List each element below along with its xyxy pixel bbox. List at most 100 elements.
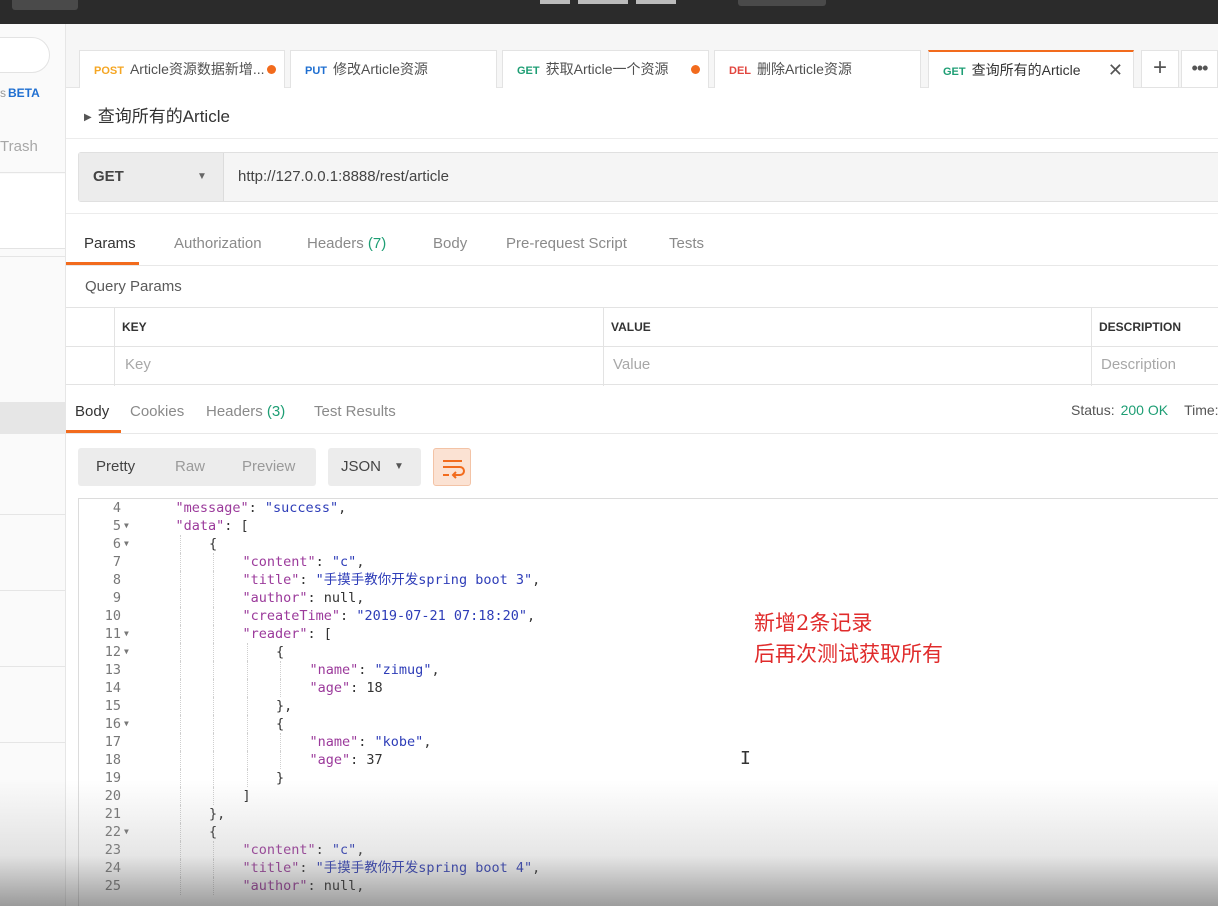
sidebar-selected-item[interactable]	[0, 402, 65, 434]
close-icon[interactable]: ✕	[1108, 52, 1123, 88]
indent-guide	[213, 877, 214, 895]
titlebar-title-blur	[540, 0, 690, 6]
indent-guide	[280, 733, 281, 751]
description-input[interactable]: Description	[1101, 356, 1176, 373]
request-tab-del-article[interactable]: DEL 删除Article资源	[714, 50, 921, 88]
tab-headers[interactable]: Headers (7)	[307, 232, 386, 265]
sidebar-beta-prefix: s	[0, 86, 6, 100]
tab-tests[interactable]: Tests	[669, 232, 704, 265]
tab-test-results[interactable]: Test Results	[314, 400, 396, 433]
sidebar-divider	[0, 742, 65, 743]
json-punctuation: ,	[532, 572, 541, 588]
method-select[interactable]: GET ▼	[79, 153, 224, 201]
wrap-lines-button[interactable]	[433, 448, 471, 486]
json-string: "success"	[264, 500, 339, 516]
request-tab-get-all-articles[interactable]: GET 查询所有的Article ✕	[928, 50, 1134, 88]
json-punctuation: :	[358, 734, 375, 750]
indent-guide	[179, 571, 181, 589]
fold-toggle-icon[interactable]: ▼	[124, 643, 129, 661]
json-punctuation: : null,	[307, 878, 365, 894]
indent-guide	[179, 877, 181, 895]
code-line: 12 ▼ {	[79, 643, 1218, 661]
fold-toggle-icon[interactable]: ▼	[124, 517, 129, 535]
fold-toggle-icon[interactable]: ▼	[124, 625, 129, 643]
code-line: 10 "createTime": "2019-07-21 07:18:20",	[79, 607, 1218, 625]
indent-guide	[246, 715, 248, 733]
preview-button[interactable]: Preview	[242, 448, 295, 486]
indent-guide	[246, 697, 248, 715]
sidebar-divider	[0, 172, 65, 173]
tab-response-headers[interactable]: Headers (3)	[206, 400, 285, 433]
json-key: "author"	[242, 878, 308, 894]
tab-authorization[interactable]: Authorization	[174, 232, 262, 265]
add-tab-button[interactable]: +	[1141, 50, 1179, 88]
main-panel: POST Article资源数据新增... PUT 修改Article资源 GET 获…	[66, 24, 1218, 906]
titlebar-control[interactable]	[738, 0, 826, 6]
indent-guide	[179, 661, 181, 679]
code-line: 16 ▼ {	[79, 715, 1218, 733]
tab-cookies[interactable]: Cookies	[130, 400, 184, 433]
pretty-button[interactable]: Pretty	[96, 448, 135, 486]
indent-guide	[213, 751, 214, 769]
json-key: "reader"	[242, 626, 308, 642]
indent-guide	[179, 805, 181, 823]
json-string: "c"	[331, 554, 357, 570]
json-string: "kobe"	[374, 734, 424, 750]
titlebar-button[interactable]	[12, 0, 78, 10]
code-line: 11 ▼ "reader": [	[79, 625, 1218, 643]
indent-guide	[179, 535, 181, 553]
indent-guide	[246, 679, 248, 697]
value-input[interactable]: Value	[613, 356, 650, 373]
url-input[interactable]: http://127.0.0.1:8888/rest/article	[238, 153, 449, 201]
line-number: 15	[104, 698, 121, 714]
code-line: 22 ▼ {	[79, 823, 1218, 841]
expand-triangle-icon[interactable]: ▶	[84, 112, 92, 123]
sidebar-trash[interactable]: Trash	[0, 138, 38, 155]
tab-label: 修改Article资源	[333, 61, 428, 77]
fold-toggle-icon[interactable]: ▼	[124, 715, 129, 733]
unsaved-indicator	[691, 65, 700, 74]
request-tab-post-article[interactable]: POST Article资源数据新增...	[79, 50, 285, 88]
code-text: },	[276, 697, 292, 715]
column-header-key: KEY	[122, 320, 147, 334]
json-key: "age"	[309, 680, 351, 696]
code-line: 25 "author": null,	[79, 877, 1218, 895]
more-tabs-button[interactable]: •••	[1181, 50, 1218, 88]
request-tab-put-article[interactable]: PUT 修改Article资源	[290, 50, 497, 88]
line-number: 8	[112, 572, 121, 588]
format-select[interactable]: JSON ▼	[328, 448, 421, 486]
code-text: "content": "c",	[243, 553, 365, 571]
response-body-editor[interactable]: 4 "message": "success", 5 ▼ "data": [6 ▼{7 "co…	[78, 498, 1218, 906]
tab-prerequest-script[interactable]: Pre-request Script	[506, 232, 627, 265]
method-badge: PUT	[305, 65, 327, 77]
line-number: 14	[104, 680, 121, 696]
json-punctuation: :	[358, 662, 375, 678]
line-number: 22	[104, 824, 121, 840]
json-punctuation: ,	[527, 608, 536, 624]
line-number: 6	[112, 536, 121, 552]
indent-guide	[179, 733, 181, 751]
json-key: "message"	[175, 500, 249, 516]
key-input[interactable]: Key	[125, 356, 151, 373]
chevron-down-icon: ▼	[394, 461, 404, 472]
fold-toggle-icon[interactable]: ▼	[124, 535, 129, 553]
json-punctuation: ,	[338, 500, 347, 516]
indent-guide	[179, 823, 181, 841]
tab-response-body[interactable]: Body	[66, 400, 121, 433]
wrap-lines-icon	[443, 460, 465, 479]
tab-params[interactable]: Params	[66, 232, 139, 265]
sidebar-beta-item[interactable]: s BETA	[0, 86, 40, 100]
code-line: 23 "content": "c",	[79, 841, 1218, 859]
indent-guide	[213, 841, 214, 859]
code-line: 9 "author": null,	[79, 589, 1218, 607]
json-key: "content"	[242, 842, 316, 858]
fold-toggle-icon[interactable]: ▼	[124, 823, 129, 841]
indent-guide	[280, 751, 281, 769]
sidebar-search-input[interactable]	[0, 37, 50, 73]
raw-button[interactable]: Raw	[175, 448, 205, 486]
json-punctuation: : null,	[307, 590, 365, 606]
request-tab-get-article[interactable]: GET 获取Article一个资源	[502, 50, 709, 88]
tab-body[interactable]: Body	[433, 232, 467, 265]
request-name[interactable]: ▶ 查询所有的Article	[84, 102, 230, 127]
line-number: 10	[104, 608, 121, 624]
